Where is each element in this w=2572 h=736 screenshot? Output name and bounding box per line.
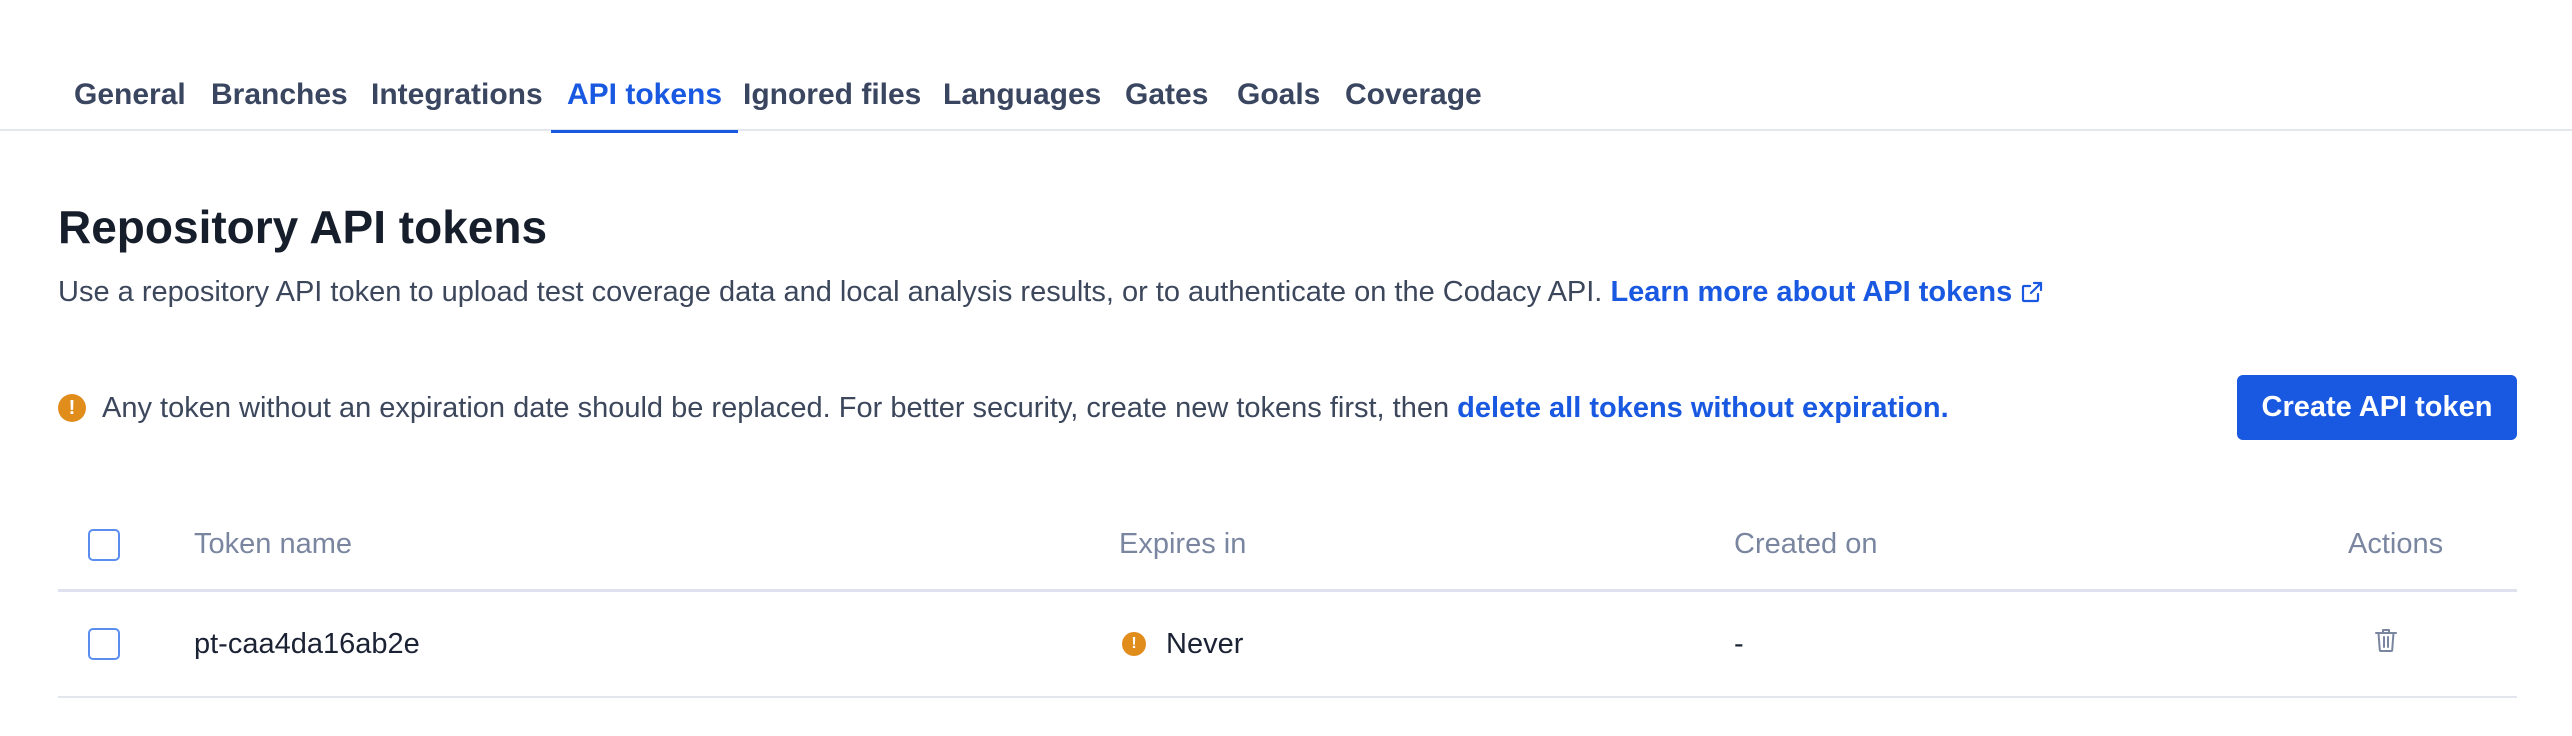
tab-integrations[interactable]: Integrations <box>371 72 543 131</box>
table-row: pt-caa4da16ab2e ! Never - <box>58 592 2517 698</box>
description-text: Use a repository API token to upload tes… <box>58 276 1603 308</box>
tokens-table: Token name Expires in Created on Actions… <box>58 500 2517 698</box>
trash-icon[interactable] <box>2374 627 2398 661</box>
header-actions: Actions <box>2348 528 2444 560</box>
tab-general[interactable]: General <box>74 72 186 131</box>
header-expires-in: Expires in <box>1119 528 1247 560</box>
tab-coverage[interactable]: Coverage <box>1345 72 1482 131</box>
tab-api-tokens[interactable]: API tokens <box>550 72 739 133</box>
header-token-name: Token name <box>194 528 352 560</box>
tab-languages[interactable]: Languages <box>943 72 1101 131</box>
learn-more-link[interactable]: Learn more about API tokens <box>1610 276 2044 308</box>
delete-tokens-link[interactable]: delete all tokens without expiration. <box>1457 392 1948 425</box>
page-description: Use a repository API token to upload tes… <box>58 276 2044 312</box>
row-select-cell <box>88 592 120 696</box>
actions-cell <box>2374 592 2398 696</box>
row-checkbox[interactable] <box>88 628 120 660</box>
header-created-on: Created on <box>1734 528 1878 560</box>
tab-goals[interactable]: Goals <box>1237 72 1320 131</box>
tab-branches[interactable]: Branches <box>211 72 348 131</box>
expires-cell: ! Never <box>1122 592 1243 696</box>
learn-more-link-label: Learn more about API tokens <box>1610 276 2013 308</box>
create-api-token-button[interactable]: Create API token <box>2237 375 2517 440</box>
created-value: - <box>1734 627 1744 660</box>
page-title: Repository API tokens <box>58 201 548 253</box>
header-select-cell <box>88 500 120 589</box>
select-all-checkbox[interactable] <box>88 528 120 561</box>
settings-tabs: General Branches Integrations API tokens… <box>0 0 2572 133</box>
tab-ignored-files[interactable]: Ignored files <box>743 72 921 131</box>
external-link-icon <box>2020 279 2044 312</box>
tab-gates[interactable]: Gates <box>1125 72 1208 131</box>
expires-value: Never <box>1166 627 1244 660</box>
warning-text: Any token without an expiration date sho… <box>102 391 1450 424</box>
table-header: Token name Expires in Created on Actions <box>58 500 2517 592</box>
token-name: pt-caa4da16ab2e <box>194 627 420 660</box>
warning-icon: ! <box>1122 632 1146 656</box>
warning-icon: ! <box>58 394 86 422</box>
warning-banner: ! Any token without an expiration date s… <box>58 388 1949 428</box>
